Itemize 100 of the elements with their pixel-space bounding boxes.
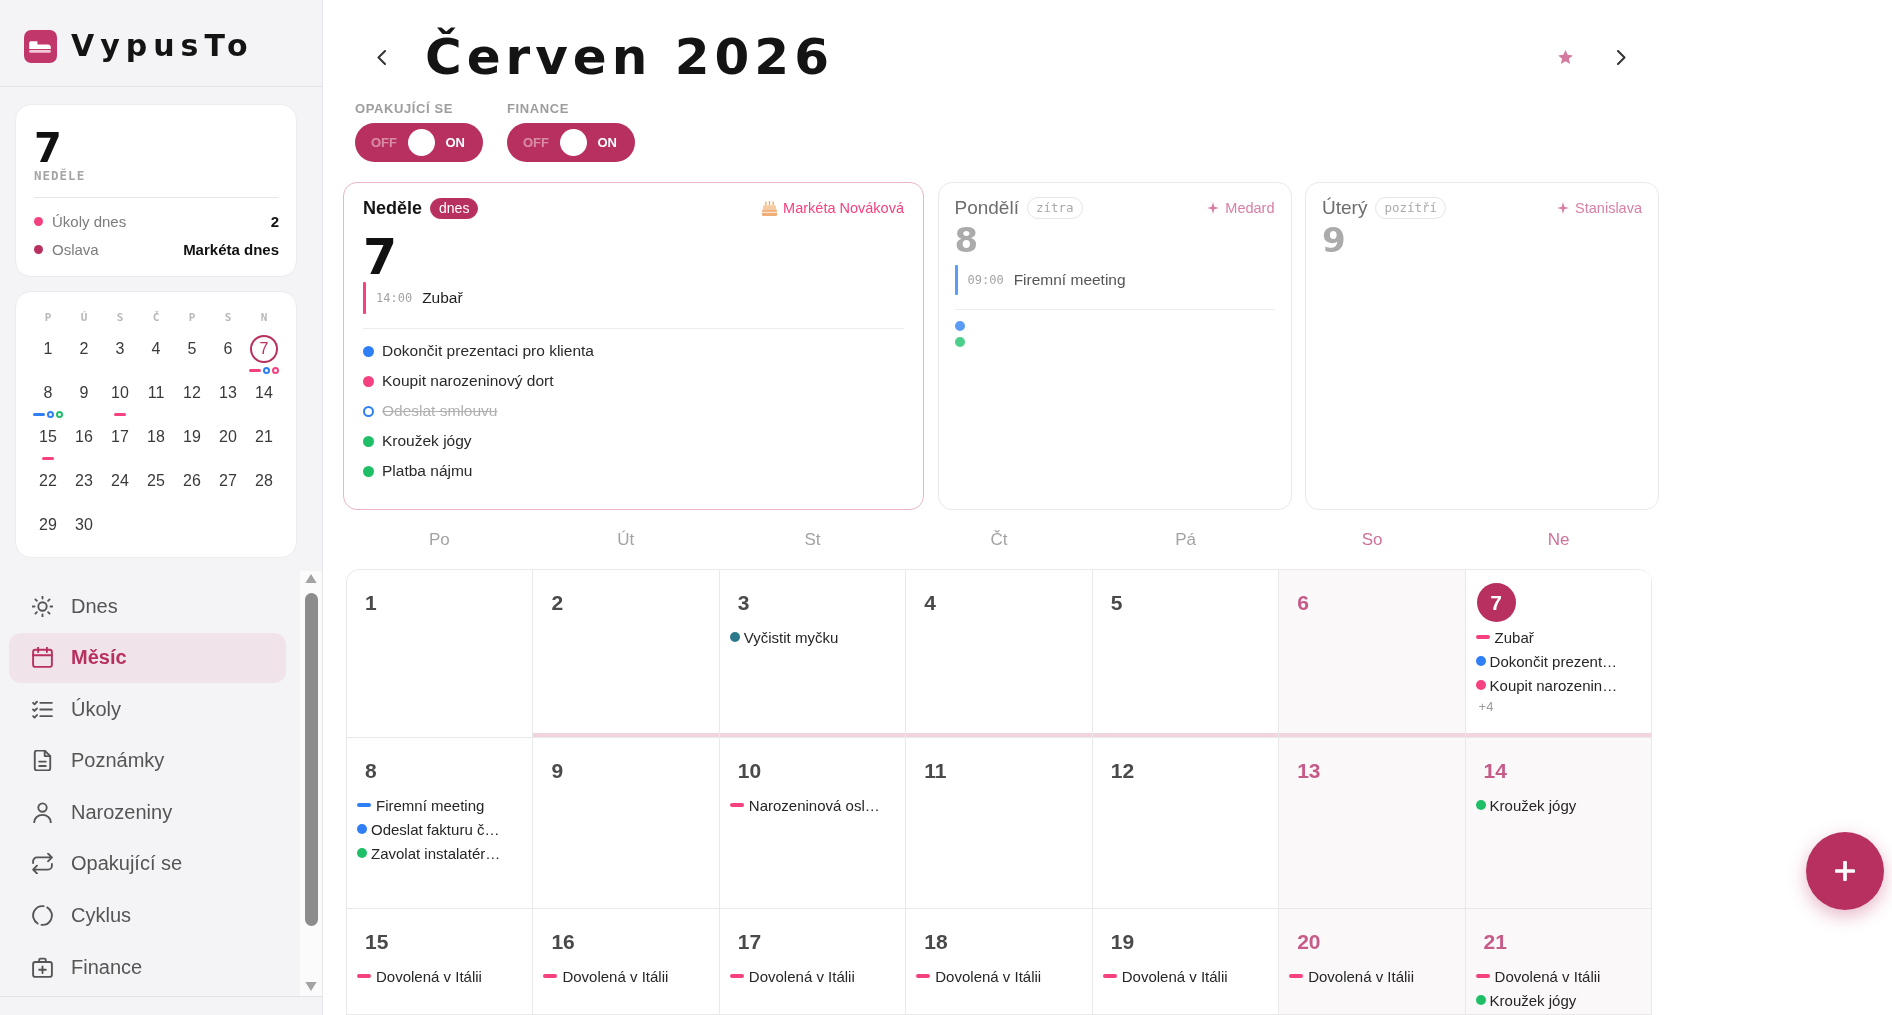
mini-calendar-day[interactable]: 4 (142, 335, 170, 363)
mini-calendar-day[interactable]: 5 (178, 335, 206, 363)
mini-calendar-day[interactable]: 15 (34, 423, 62, 451)
mini-calendar-day[interactable]: 30 (70, 511, 98, 539)
mini-calendar-day[interactable]: 7 (250, 335, 278, 363)
task-title[interactable]: Koupit narozenin… (1489, 676, 1618, 694)
mini-calendar-day[interactable]: 1 (34, 335, 62, 363)
event-title[interactable]: Dovolená v Itálii (1494, 967, 1601, 985)
task-title[interactable]: Kroužek jógy (382, 432, 472, 450)
mini-calendar-day[interactable]: 17 (106, 423, 134, 451)
day-card[interactable]: Pondělí zítra Medard 8 09:00 Firemní meeting (937, 182, 1292, 510)
calendar-day-cell[interactable]: 20 Dovolená v Itálii (1279, 909, 1466, 1015)
calendar-day-cell[interactable]: 12 (1092, 738, 1280, 909)
event-title[interactable]: Dovolená v Itálii (935, 967, 1042, 985)
mini-calendar-day[interactable]: 25 (142, 467, 170, 495)
event-title[interactable]: Dovolená v Itálii (1308, 967, 1415, 985)
task-title[interactable]: Kroužek jógy (1489, 796, 1577, 814)
nav-item[interactable]: Finance (9, 942, 286, 993)
calendar-day-cell[interactable]: 14 Kroužek jógy (1465, 738, 1652, 909)
mini-calendar-day[interactable]: 6 (214, 335, 242, 363)
nav-item[interactable]: Měsíc (9, 632, 286, 683)
task-title[interactable]: Koupit narozeninový dort (382, 372, 554, 390)
mini-calendar-day[interactable]: 28 (250, 467, 278, 495)
day-card[interactable]: Neděle dnes Markéta Nováková 7 14:00 Zubař Dokončit prezentaci pro klienta Koupit narozeninový dort Odeslat smlouvu Kroužek jógy Platba nájmu (343, 182, 924, 510)
nav-item[interactable]: Poznámky (9, 735, 286, 786)
nav-item[interactable]: Opakující se (9, 838, 286, 889)
scroll-up-arrow-icon[interactable] (305, 574, 317, 583)
add-button[interactable] (1806, 832, 1884, 910)
calendar-day-cell[interactable]: 10 Narozeninová osl… (719, 738, 907, 909)
mini-calendar-day[interactable]: 14 (250, 379, 278, 407)
mini-calendar-day[interactable]: 29 (34, 511, 62, 539)
day-card[interactable]: Úterý pozítří Stanislava 9 (1305, 182, 1659, 510)
event-title[interactable]: Dovolená v Itálii (562, 967, 669, 985)
mini-calendar-day[interactable]: 27 (214, 467, 242, 495)
mini-calendar-day[interactable]: 19 (178, 423, 206, 451)
calendar-day-cell[interactable]: 4 (906, 570, 1093, 738)
calendar-day-cell[interactable]: 2 (533, 570, 720, 738)
event-title[interactable]: Zubař (422, 289, 463, 307)
task-title[interactable]: Odeslat fakturu č… (371, 820, 500, 838)
event-title[interactable]: Firemní meeting (376, 796, 485, 814)
calendar-day-cell[interactable]: 6 (1279, 570, 1466, 738)
task-title[interactable]: Dokončit prezentaci pro klienta (382, 342, 594, 360)
task-dot-icon[interactable] (363, 435, 374, 447)
task-ring-icon[interactable] (363, 405, 374, 417)
mini-calendar-day[interactable]: 16 (70, 423, 98, 451)
nav-item[interactable]: Úkoly (9, 684, 286, 735)
mini-calendar-day[interactable]: 11 (142, 379, 170, 407)
task-title[interactable]: Dokončit prezent… (1489, 652, 1618, 670)
nav-item[interactable]: Dnes (9, 581, 286, 631)
mini-calendar-day[interactable]: 10 (106, 379, 134, 407)
calendar-day-cell[interactable]: 19 Dovolená v Itálii (1092, 909, 1280, 1015)
mini-calendar-day[interactable]: 23 (70, 467, 98, 495)
nav-item[interactable]: Cyklus (9, 890, 286, 941)
task-dot-icon[interactable] (954, 321, 965, 331)
mini-calendar-day[interactable]: 8 (34, 379, 62, 407)
event-title[interactable]: Dovolená v Itálii (376, 967, 482, 985)
calendar-day-cell[interactable]: 5 (1092, 570, 1280, 738)
mini-calendar-day[interactable]: 18 (142, 423, 170, 451)
event-title[interactable]: Dovolená v Itálii (748, 967, 855, 985)
calendar-day-cell[interactable]: 13 (1279, 738, 1466, 909)
mini-calendar-day[interactable]: 20 (214, 423, 242, 451)
mini-calendar-day[interactable]: 2 (70, 335, 98, 363)
task-title[interactable]: Vyčistit myčku (743, 628, 839, 646)
mini-calendar-day[interactable]: 9 (70, 379, 98, 407)
toggle-switch[interactable]: OFF ON (355, 123, 483, 162)
calendar-day-cell[interactable]: 8 Firemní meeting Odeslat fakturu č… Zavolat instalatér… (347, 738, 534, 909)
task-dot-icon[interactable] (363, 345, 374, 357)
event-title[interactable]: Zubař (1494, 628, 1534, 646)
event-title[interactable]: Narozeninová osl… (748, 796, 880, 814)
mini-calendar-day[interactable]: 3 (106, 335, 134, 363)
mini-calendar-day[interactable]: 13 (214, 379, 242, 407)
mini-calendar-day[interactable]: 12 (178, 379, 206, 407)
nav-item[interactable]: Narozeniny (9, 787, 286, 838)
scrollbar-thumb[interactable] (304, 593, 318, 926)
event-title[interactable]: Dovolená v Itálii (1121, 967, 1228, 985)
scroll-down-arrow-icon[interactable] (305, 982, 317, 991)
calendar-day-cell[interactable]: 17 Dovolená v Itálii (719, 909, 907, 1015)
mini-calendar-day[interactable]: 22 (34, 467, 62, 495)
toggle-switch[interactable]: OFF ON (507, 123, 635, 162)
mini-calendar-day[interactable]: 24 (106, 467, 134, 495)
task-title[interactable]: Zavolat instalatér… (371, 844, 501, 862)
calendar-day-cell[interactable]: 1 (347, 570, 534, 738)
task-title[interactable]: Platba nájmu (382, 462, 473, 480)
calendar-day-cell[interactable]: 18 Dovolená v Itálii (906, 909, 1093, 1015)
task-dot-icon[interactable] (363, 375, 374, 387)
calendar-day-cell[interactable]: 9 (533, 738, 720, 909)
task-title[interactable]: Kroužek jógy (1489, 991, 1577, 1009)
scrollbar[interactable] (300, 571, 322, 996)
calendar-day-cell[interactable]: 16 Dovolená v Itálii (533, 909, 720, 1015)
calendar-day-cell[interactable]: 15 Dovolená v Itálii (347, 909, 534, 1015)
mini-calendar-day[interactable]: 26 (178, 467, 206, 495)
event-title[interactable]: Firemní meeting (1013, 271, 1126, 289)
task-dot-icon[interactable] (363, 465, 374, 477)
mini-calendar-day[interactable]: 21 (250, 423, 278, 451)
task-dot-icon[interactable] (954, 337, 965, 347)
calendar-day-cell[interactable]: 11 (906, 738, 1093, 909)
logo-icon[interactable] (24, 29, 57, 63)
calendar-day-cell[interactable]: 21 Dovolená v Itálii Kroužek jógy (1465, 909, 1652, 1015)
calendar-day-cell[interactable]: 7 Zubař Dokončit prezent… Koupit narozenin… +4 (1465, 570, 1652, 738)
calendar-day-cell[interactable]: 3 Vyčistit myčku (719, 570, 907, 738)
